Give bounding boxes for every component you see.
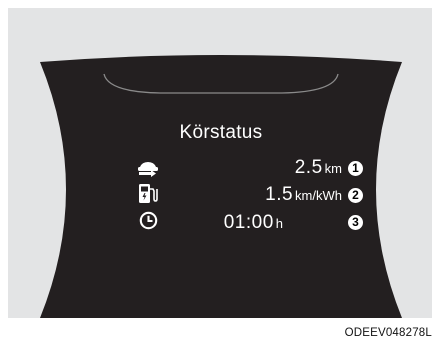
display-bezel bbox=[40, 55, 402, 318]
efficiency-number: 1.5 bbox=[265, 184, 294, 205]
distance-unit: km bbox=[324, 161, 342, 176]
distance-value: 2.5 km bbox=[295, 157, 342, 179]
callout-1: 1 bbox=[348, 161, 363, 176]
efficiency-unit: km/kWh bbox=[295, 188, 342, 203]
callout-2: 2 bbox=[348, 188, 363, 203]
distance-number: 2.5 bbox=[294, 157, 323, 178]
efficiency-value: 1.5 km/kWh bbox=[265, 184, 342, 206]
ev-charger-icon bbox=[139, 184, 158, 203]
time-number: 01:00 bbox=[223, 212, 274, 233]
figure-code: ODEEV048278L bbox=[344, 327, 432, 339]
clock-icon bbox=[139, 211, 158, 230]
time-unit: h bbox=[275, 216, 283, 231]
callout-3: 3 bbox=[348, 215, 363, 230]
instrument-cluster-display bbox=[40, 55, 402, 318]
distance-icon bbox=[138, 162, 158, 177]
screen-title: Körstatus bbox=[179, 122, 263, 143]
time-value: 01:00 h bbox=[224, 212, 283, 234]
